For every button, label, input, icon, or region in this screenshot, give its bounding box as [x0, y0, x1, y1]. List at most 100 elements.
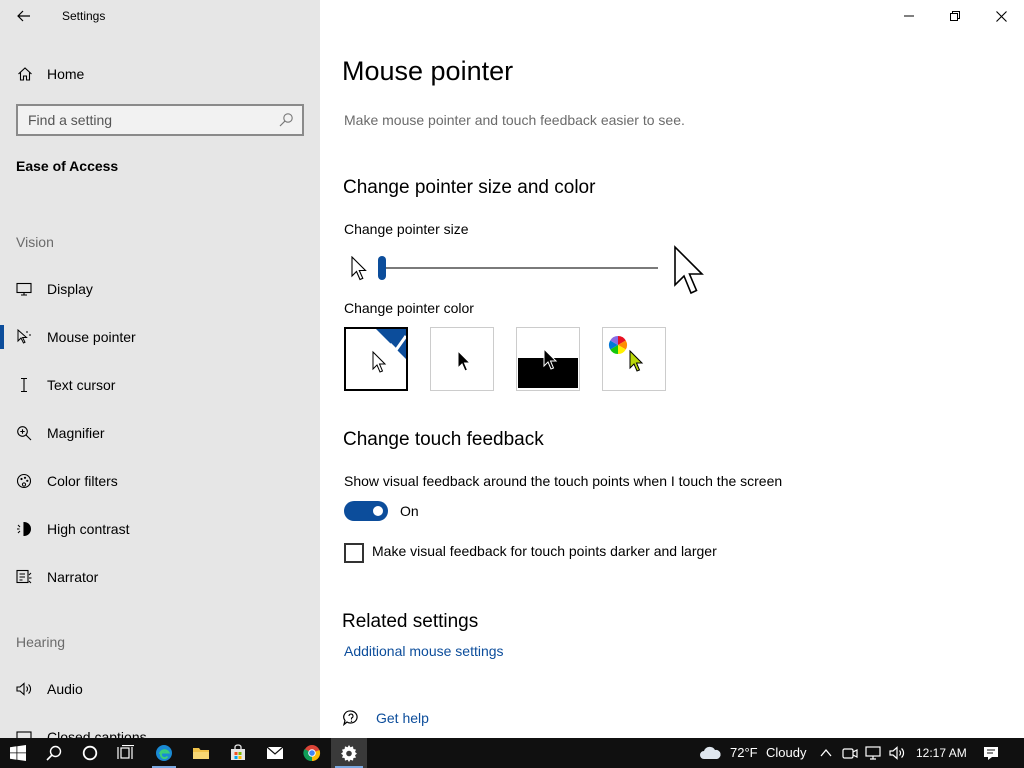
- sidebar-item-magnifier[interactable]: Magnifier: [0, 413, 320, 453]
- cloud-icon[interactable]: [698, 745, 722, 761]
- mail-icon: [266, 746, 284, 759]
- sidebar-item-audio[interactable]: Display Audio: [0, 669, 320, 709]
- toggle-knob: [373, 506, 383, 516]
- vision-heading: Vision: [16, 234, 54, 250]
- sidebar-item-label: High contrast: [47, 521, 130, 537]
- magnifier-icon: [17, 426, 32, 441]
- close-button[interactable]: [978, 0, 1024, 32]
- title-bar: Settings: [0, 0, 320, 32]
- sidebar-item-home[interactable]: Home: [0, 56, 320, 92]
- mail-button[interactable]: [257, 738, 293, 768]
- weather-temp[interactable]: 72°F: [730, 745, 758, 760]
- size-color-heading: Change pointer size and color: [343, 177, 596, 198]
- pointer-color-black-option[interactable]: [430, 327, 494, 391]
- home-icon: [18, 67, 32, 81]
- monitor-icon: [16, 282, 32, 296]
- edge-icon: [156, 745, 172, 761]
- pointer-color-inverted-option[interactable]: [516, 327, 580, 391]
- main-content: Mouse pointer Make mouse pointer and tou…: [320, 0, 1024, 738]
- sidebar-item-color-filters[interactable]: Color filters: [0, 461, 320, 501]
- minimize-icon: [904, 15, 914, 17]
- cortana-button[interactable]: [72, 738, 108, 768]
- sidebar-item-text-cursor[interactable]: Text cursor: [0, 365, 320, 405]
- store-icon: [231, 744, 245, 760]
- slider-thumb[interactable]: [378, 256, 386, 280]
- search-icon[interactable]: [278, 112, 294, 128]
- sidebar-item-label: Text cursor: [47, 377, 116, 393]
- additional-mouse-settings-link[interactable]: Additional mouse settings: [344, 643, 504, 659]
- minimize-button[interactable]: [886, 0, 932, 32]
- page-title: Mouse pointer: [342, 56, 514, 86]
- home-label: Home: [47, 66, 85, 82]
- touch-feedback-toggle[interactable]: [344, 501, 388, 521]
- sidebar-item-label: Narrator: [47, 569, 99, 585]
- sidebar-item-mouse-pointer[interactable]: Mouse pointer: [0, 317, 320, 357]
- sidebar-item-narrator[interactable]: Narrator: [0, 557, 320, 597]
- black-pointer-preview: [457, 349, 472, 372]
- mouse-pointer-icon: [17, 329, 31, 344]
- action-center-icon[interactable]: [983, 745, 999, 761]
- search-icon: [46, 745, 62, 761]
- darker-feedback-label[interactable]: Make visual feedback for touch points da…: [372, 543, 717, 559]
- back-arrow-icon: [17, 10, 30, 22]
- page-description: Make mouse pointer and touch feedback ea…: [344, 112, 685, 128]
- store-button[interactable]: [220, 738, 256, 768]
- restore-icon: [950, 11, 960, 21]
- pointer-color-white-option[interactable]: [344, 327, 408, 391]
- settings-taskbar-button[interactable]: [331, 738, 367, 768]
- meet-now-icon[interactable]: [842, 745, 858, 761]
- network-icon[interactable]: [865, 745, 881, 761]
- task-view-button[interactable]: [108, 738, 144, 768]
- close-icon: [995, 10, 1007, 22]
- sidebar-item-closed-captions[interactable]: Closed captions: [0, 717, 320, 738]
- windows-logo-icon: [10, 745, 26, 761]
- color-filters-icon: [16, 473, 32, 489]
- related-settings-heading: Related settings: [342, 611, 479, 632]
- file-explorer-button[interactable]: [183, 738, 219, 768]
- pointer-size-label: Change pointer size: [344, 221, 469, 237]
- start-button[interactable]: [0, 738, 36, 768]
- pointer-color-custom-option[interactable]: [602, 327, 666, 391]
- sidebar-item-label: Closed captions: [47, 729, 147, 738]
- inverted-pointer-preview: [518, 347, 578, 388]
- search-box[interactable]: [16, 104, 304, 136]
- toggle-state-label: On: [400, 503, 419, 519]
- app-title: Settings: [62, 9, 106, 23]
- white-pointer-preview: [372, 329, 406, 373]
- sidebar-item-label: Display: [47, 281, 93, 297]
- hearing-heading: Hearing: [16, 634, 66, 650]
- restore-button[interactable]: [932, 0, 978, 32]
- search-input[interactable]: [28, 111, 273, 129]
- gear-icon: [341, 745, 357, 762]
- pointer-size-slider[interactable]: [342, 248, 712, 296]
- sidebar-item-high-contrast[interactable]: High contrast: [0, 509, 320, 549]
- text-cursor-icon: [21, 377, 27, 393]
- search-taskbar-button[interactable]: [36, 738, 72, 768]
- sidebar-item-label: Mouse pointer: [47, 329, 136, 345]
- clock-time[interactable]: 12:17 AM: [916, 746, 967, 760]
- folder-icon: [193, 748, 209, 759]
- audio-icon: [16, 682, 31, 696]
- task-view-icon: [117, 745, 134, 759]
- pointer-color-label: Change pointer color: [344, 300, 474, 316]
- get-help-label: Get help: [376, 710, 429, 726]
- chrome-button[interactable]: [294, 738, 330, 768]
- edge-button[interactable]: [146, 738, 182, 768]
- color-wheel-icon: [608, 336, 644, 372]
- touch-feedback-heading: Change touch feedback: [343, 429, 544, 450]
- slider-track[interactable]: [382, 267, 658, 269]
- volume-icon[interactable]: [889, 745, 905, 761]
- touch-feedback-label: Show visual feedback around the touch po…: [344, 473, 783, 489]
- chevron-up-icon[interactable]: [818, 745, 834, 761]
- darker-feedback-checkbox[interactable]: [344, 543, 364, 563]
- taskbar: 72°F Cloudy 12:17 AM: [0, 738, 1024, 768]
- closed-captions-icon: [16, 731, 32, 738]
- section-title: Ease of Access: [16, 158, 119, 174]
- help-chat-icon: [342, 710, 358, 727]
- back-button[interactable]: [8, 4, 40, 28]
- chrome-icon: [303, 745, 321, 762]
- sidebar-item-display[interactable]: Display: [0, 269, 320, 309]
- small-pointer-icon: [351, 256, 367, 281]
- weather-condition[interactable]: Cloudy: [766, 745, 806, 760]
- sidebar-item-label: Color filters: [47, 473, 118, 489]
